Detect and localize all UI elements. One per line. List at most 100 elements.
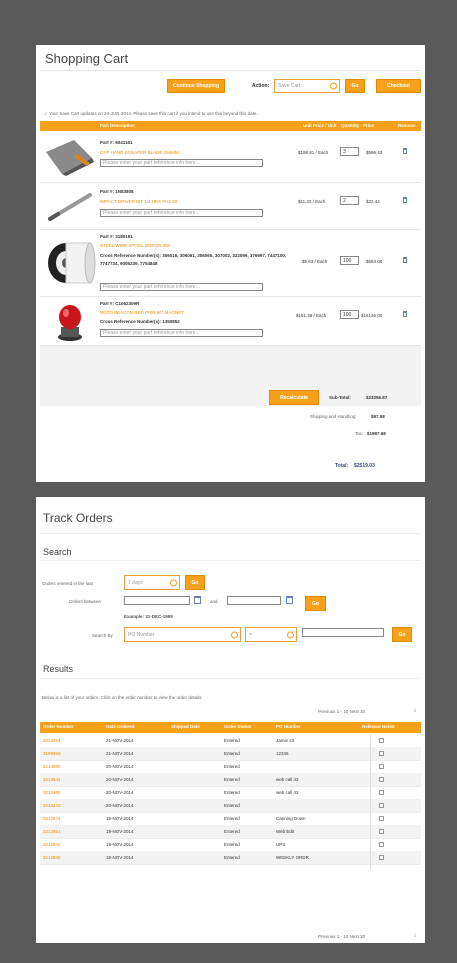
table-row: 3212842 19-NOV-2014 Entered UPS	[40, 838, 421, 852]
order-status: Entered	[224, 738, 240, 743]
start-date-input[interactable]	[124, 596, 190, 605]
order-number-link[interactable]: 3214880	[43, 764, 61, 769]
order-status: Entered	[224, 816, 240, 821]
item-reference-input[interactable]: Please enter your part reference info he…	[100, 159, 263, 167]
notes-checkbox[interactable]	[379, 829, 384, 834]
results-heading: Results	[43, 664, 74, 674]
save-cart-notice: ✓ Your Save Cart updates on 24-JUN-2014.…	[44, 111, 414, 117]
item-reference-input[interactable]: Please enter your part reference info he…	[100, 209, 263, 217]
action-select[interactable]: Save Cart	[274, 79, 340, 93]
item-quantity-input[interactable]: 3	[340, 147, 359, 156]
item-name-link[interactable]: GYP HAND SCRAPER BLADE 150MM	[100, 150, 179, 155]
table-row: 3213454 21-NOV-2014 Entered Jamie 43	[40, 734, 421, 748]
order-po: Canning Down	[276, 816, 306, 821]
cart-table-header: Part Description Unit Price / Unit Quant…	[40, 121, 421, 131]
checkout-button[interactable]: Checkout	[376, 79, 421, 93]
days-go-button[interactable]: Go	[185, 575, 205, 590]
end-date-input[interactable]	[227, 596, 281, 605]
search-heading: Search	[43, 547, 72, 557]
search-by-label: Search By	[92, 633, 113, 638]
trash-icon[interactable]	[403, 311, 407, 317]
date-range-go-button[interactable]: Go	[305, 596, 326, 611]
order-number-link[interactable]: 3199456	[43, 751, 61, 756]
order-po: 12345	[276, 751, 289, 756]
notes-checkbox[interactable]	[379, 751, 384, 756]
calendar-icon[interactable]	[194, 596, 201, 604]
order-number-link[interactable]: 3212851	[43, 829, 61, 834]
orders-table-header: Order Number Date Ordered Shipped Date O…	[40, 722, 421, 733]
notes-checkbox[interactable]	[379, 803, 384, 808]
item-unit-price: $11.22 / Each	[298, 199, 326, 204]
table-row: 3214880 20-NOV-2014 Entered	[40, 760, 421, 774]
download-icon[interactable]: ⇩	[413, 708, 417, 714]
order-number-link[interactable]: 3212874	[43, 816, 61, 821]
item-name-link[interactable]: STEEL WIRE SPOOL BORON 350	[100, 243, 170, 248]
order-number-link[interactable]: 3213433	[43, 803, 61, 808]
order-po: web call 43	[276, 790, 299, 795]
action-go-button[interactable]: Go	[345, 79, 365, 93]
notes-checkbox[interactable]	[379, 738, 384, 743]
search-by-select[interactable]: PO Number	[124, 627, 241, 642]
item-quantity-input[interactable]: 100	[340, 256, 359, 265]
order-status: Entered	[224, 803, 240, 808]
notes-checkbox[interactable]	[379, 842, 384, 847]
order-date: 21-NOV-2014	[106, 738, 134, 743]
cart-row: Part #: 1N83808 IMPACT DRIVER BIT 1/4 HE…	[40, 183, 421, 230]
order-po: WEEKLY ORDR	[276, 855, 309, 860]
calendar-icon[interactable]	[286, 596, 293, 604]
title-divider	[40, 533, 421, 534]
pager-bottom[interactable]: Previous 1 - 10 Next 10	[318, 934, 365, 939]
order-status: Entered	[224, 764, 240, 769]
table-row: 3213433 20-NOV-2014 Entered	[40, 799, 421, 813]
table-row: 3212851 19-NOV-2014 Entered Web Edit	[40, 825, 421, 839]
order-number-link[interactable]: 3213460	[43, 790, 61, 795]
notes-checkbox[interactable]	[379, 855, 384, 860]
item-name-link[interactable]: IMPACT DRIVER BIT 1/4 HEX PH2 50	[100, 199, 177, 204]
order-po: Jamie 43	[276, 738, 295, 743]
order-number-link[interactable]: 3212842	[43, 842, 61, 847]
total-value: $2519.03	[354, 463, 375, 469]
chevron-down-icon	[170, 579, 177, 586]
total-label: Total:	[335, 463, 349, 469]
search-value-input[interactable]	[302, 628, 384, 637]
download-icon[interactable]: ⇩	[413, 933, 417, 939]
item-quantity-input[interactable]: 2	[340, 196, 359, 205]
item-part-number: Part #: 1N83808	[100, 189, 134, 194]
trash-icon[interactable]	[403, 197, 407, 203]
notes-checkbox[interactable]	[379, 790, 384, 795]
continue-shopping-button[interactable]: Continue Shopping	[167, 79, 225, 93]
order-number-link[interactable]: 3213644	[43, 777, 61, 782]
order-date: 19-NOV-2014	[106, 816, 134, 821]
item-quantity-input[interactable]: 100	[340, 310, 359, 319]
search-by-value: PO Number	[128, 631, 155, 638]
beacon-product-image	[58, 305, 82, 341]
col-quantity: Quantity	[341, 123, 360, 128]
wire-spool-product-image	[48, 242, 96, 284]
search-go-button[interactable]: Go	[392, 627, 412, 642]
trash-icon[interactable]	[403, 148, 407, 154]
days-select[interactable]: 7 days	[124, 575, 180, 590]
scraper-product-image	[46, 140, 94, 176]
item-part-number: Part #: 3180191	[100, 234, 133, 239]
item-price: $563.00	[366, 259, 383, 264]
order-number-link[interactable]: 3212888	[43, 855, 61, 860]
notes-checkbox[interactable]	[379, 816, 384, 821]
trash-icon[interactable]	[403, 257, 407, 263]
pager-top[interactable]: Previous 1 - 10 Next 10	[318, 709, 365, 714]
item-reference-input[interactable]: Please enter your part reference info he…	[100, 329, 263, 337]
notes-checkbox[interactable]	[379, 777, 384, 782]
item-name-link[interactable]: ROTO BEACON RED PIER MT MAGNET	[100, 310, 184, 315]
recalculate-button[interactable]: Recalculate	[269, 390, 319, 405]
order-number-link[interactable]: 3213454	[43, 738, 61, 743]
order-date: 20-NOV-2014	[106, 803, 134, 808]
order-status: Entered	[224, 855, 240, 860]
operator-select[interactable]: =	[245, 627, 297, 642]
chevron-down-icon	[231, 631, 238, 638]
notice-text: Your Save Cart updates on 24-JUN-2014. P…	[48, 111, 258, 116]
order-date: 19-NOV-2014	[106, 855, 134, 860]
notes-checkbox[interactable]	[379, 764, 384, 769]
and-label: and	[210, 599, 218, 604]
item-reference-input[interactable]: Please enter your part reference info he…	[100, 283, 263, 291]
order-status: Entered	[224, 842, 240, 847]
col-date-ordered: Date Ordered	[106, 724, 135, 729]
